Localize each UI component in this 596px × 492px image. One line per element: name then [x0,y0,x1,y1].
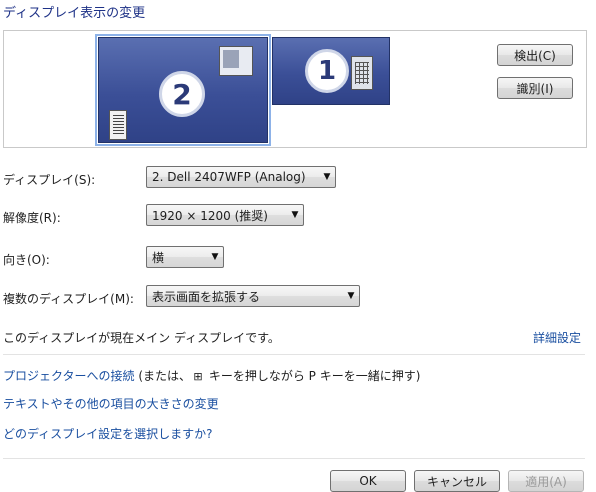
apply-button[interactable]: 適用(A) [508,470,584,492]
monitor-1[interactable]: 1 [272,37,390,105]
projector-hint-post: キーを押しながら P キーを一緒に押す) [205,369,421,383]
display-label: ディスプレイ(S): [3,173,96,187]
identify-button[interactable]: 識別(I) [497,77,573,99]
window-thumbnail-icon [219,46,253,76]
page-title: ディスプレイ表示の変更 [3,6,146,21]
resolution-select-value: 1920 × 1200 (推奨) [152,208,268,223]
projector-line: プロジェクターへの接続 (または、 ⊞ キーを押しながら P キーを一緒に押す) [3,367,420,384]
calculator-thumbnail-icon [351,56,373,90]
monitor-number-badge: 2 [159,71,205,117]
monitor-2[interactable]: 2 [95,34,271,146]
cancel-button[interactable]: キャンセル [414,470,500,492]
resolution-select[interactable]: 1920 × 1200 (推奨) ▼ [146,204,304,226]
chevron-down-icon: ▼ [347,291,355,301]
projector-link[interactable]: プロジェクターへの接続 [3,369,135,383]
windows-logo-icon: ⊞ [193,370,203,383]
display-select-value: 2. Dell 2407WFP (Analog) [152,170,306,184]
orientation-select-value: 横 [152,250,165,265]
orientation-select[interactable]: 横 ▼ [146,246,224,268]
monitor-number-badge: 1 [305,49,349,93]
detect-button[interactable]: 検出(C) [497,44,573,66]
chevron-down-icon: ▼ [323,172,331,182]
chevron-down-icon: ▼ [211,252,219,262]
divider [3,458,585,459]
multiple-displays-select[interactable]: 表示画面を拡張する ▼ [146,285,360,307]
display-select[interactable]: 2. Dell 2407WFP (Analog) ▼ [146,166,336,188]
advanced-settings-link[interactable]: 詳細設定 [533,329,581,346]
chevron-down-icon: ▼ [291,210,299,220]
divider [3,354,585,355]
ok-button[interactable]: OK [330,470,406,492]
resolution-label: 解像度(R): [3,211,61,225]
projector-hint-pre: (または、 [134,369,192,383]
multiple-displays-select-value: 表示画面を拡張する [152,289,261,304]
orientation-label: 向き(O): [3,253,50,267]
which-settings-link[interactable]: どのディスプレイ設定を選択しますか? [3,425,213,442]
multiple-displays-label: 複数のディスプレイ(M): [3,292,134,306]
text-size-link[interactable]: テキストやその他の項目の大きさの変更 [3,395,219,412]
main-display-info: このディスプレイが現在メイン ディスプレイです。 [3,331,280,345]
document-thumbnail-icon [109,110,127,140]
